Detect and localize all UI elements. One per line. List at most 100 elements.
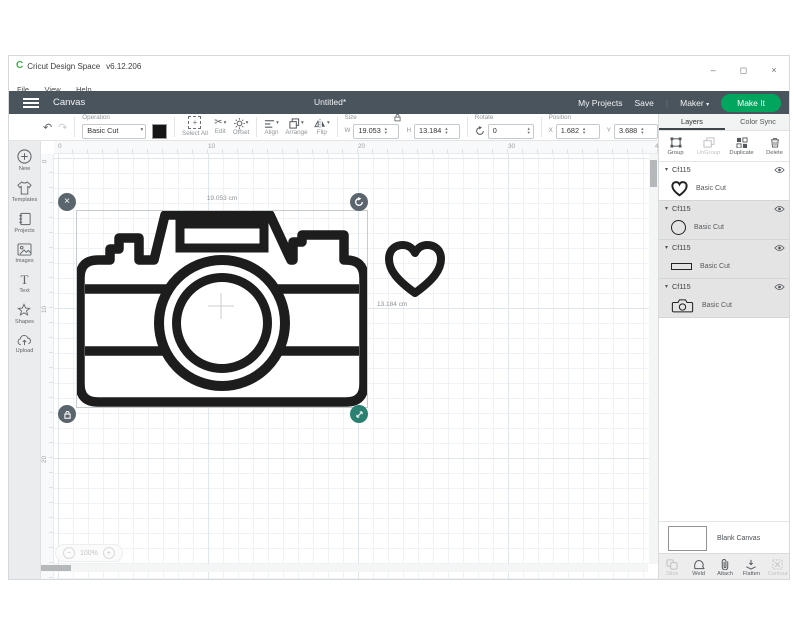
blank-canvas-row[interactable]: Blank Canvas xyxy=(659,521,790,554)
rotate-selection-handle[interactable] xyxy=(350,193,368,211)
flatten-button[interactable]: Flatten xyxy=(738,554,764,580)
layer-group-header[interactable]: ▾ Cf115 xyxy=(659,279,790,294)
height-input[interactable]: 13.184 ▲▼ xyxy=(414,124,460,139)
lock-selection-handle[interactable] xyxy=(58,405,76,423)
operation-select[interactable]: Basic Cut▾ xyxy=(82,124,146,139)
layer-group[interactable]: ▾ Cf115 Basic Cut xyxy=(659,162,790,201)
app-title: Cricut Design Space xyxy=(27,62,100,71)
sidebar-item-templates[interactable]: Templates xyxy=(12,181,38,203)
tshirt-icon xyxy=(17,181,32,195)
my-projects-button[interactable]: My Projects xyxy=(578,98,622,108)
delete-button[interactable]: Delete xyxy=(758,131,790,161)
sidebar-item-new[interactable]: New xyxy=(17,149,32,172)
zoom-out-button[interactable]: − xyxy=(63,547,75,559)
layer-group[interactable]: ▾ Cf115 Basic Cut xyxy=(659,240,790,279)
collapse-caret-icon[interactable]: ▾ xyxy=(665,166,668,173)
hamburger-menu-icon[interactable] xyxy=(23,98,39,108)
eye-icon[interactable] xyxy=(774,244,785,252)
maximize-button[interactable]: ◻ xyxy=(731,65,757,76)
make-it-button[interactable]: Make It xyxy=(721,94,781,112)
layer-actions: Group UnGroup Duplicate Delete xyxy=(659,131,790,162)
slice-button[interactable]: Slice xyxy=(659,554,685,580)
width-input[interactable]: 19.053 ▲▼ xyxy=(353,124,399,139)
rotate-icon xyxy=(475,126,485,136)
rotate-input[interactable]: 0 ▲▼ xyxy=(488,124,534,139)
layer-item[interactable]: Basic Cut xyxy=(659,294,790,317)
sidebar-item-shapes[interactable]: Shapes xyxy=(15,303,34,325)
layer-item[interactable]: Basic Cut xyxy=(659,255,790,278)
width-stepper[interactable]: ▲▼ xyxy=(384,127,388,136)
position-x-input[interactable]: 1.682 ▲▼ xyxy=(556,124,600,139)
layer-group-header[interactable]: ▾ Cf115 xyxy=(659,240,790,255)
undo-button[interactable]: ↶ xyxy=(43,121,52,134)
duplicate-icon xyxy=(736,137,748,148)
eye-icon[interactable] xyxy=(774,283,785,291)
group-icon xyxy=(670,137,682,148)
flip-button[interactable]: ▾ Flip xyxy=(314,118,330,136)
tab-color-sync[interactable]: Color Sync xyxy=(725,114,790,130)
collapse-caret-icon[interactable]: ▾ xyxy=(665,283,668,290)
color-swatch[interactable] xyxy=(152,124,167,139)
ruler-mark: 10 xyxy=(41,306,48,313)
ungroup-button[interactable]: UnGroup xyxy=(692,131,725,161)
resize-selection-handle[interactable] xyxy=(350,405,368,423)
contour-button[interactable]: Contour xyxy=(765,554,790,580)
redo-button[interactable]: ↷ xyxy=(58,121,67,134)
minimize-button[interactable]: – xyxy=(700,65,726,75)
zoom-in-button[interactable]: + xyxy=(103,547,115,559)
ruler-mark: 30 xyxy=(508,143,515,150)
horizontal-scrollbar[interactable] xyxy=(41,564,648,572)
collapse-caret-icon[interactable]: ▾ xyxy=(665,205,668,212)
sidebar-item-images[interactable]: Images xyxy=(15,243,33,264)
design-canvas[interactable]: 0 10 20 30 40 0 10 20 19.053 cm 13.184 c… xyxy=(41,141,658,580)
heart-shape[interactable] xyxy=(384,241,446,299)
machine-select[interactable]: Maker ▾ xyxy=(680,98,709,108)
collapse-caret-icon[interactable]: ▾ xyxy=(665,244,668,251)
layer-item[interactable]: Basic Cut xyxy=(659,177,790,200)
close-button[interactable]: × xyxy=(761,65,787,75)
horizontal-scrollbar-thumb[interactable] xyxy=(41,565,71,571)
vertical-scrollbar[interactable] xyxy=(649,154,658,564)
chevron-down-icon: ▾ xyxy=(327,121,330,127)
duplicate-button[interactable]: Duplicate xyxy=(725,131,758,161)
eye-icon[interactable] xyxy=(774,166,785,174)
sidebar-item-projects[interactable]: Projects xyxy=(14,212,34,234)
select-all-button[interactable]: + Select All xyxy=(182,116,208,137)
height-stepper[interactable]: ▲▼ xyxy=(444,127,448,136)
operation-label: Operation xyxy=(82,115,110,121)
attach-button[interactable]: Attach xyxy=(712,554,738,580)
layer-group[interactable]: ▾ Cf115 Basic Cut xyxy=(659,201,790,240)
lock-icon xyxy=(63,410,72,419)
selection-width-label: 19.053 cm xyxy=(77,195,367,202)
position-x-stepper[interactable]: ▲▼ xyxy=(582,127,586,136)
align-icon xyxy=(264,118,275,129)
cloud-upload-icon xyxy=(17,334,32,346)
group-button[interactable]: Group xyxy=(659,131,692,161)
rotate-stepper[interactable]: ▲▼ xyxy=(527,127,531,136)
title-bar: C Cricut Design Space v6.12.206 – ◻ × xyxy=(9,56,789,78)
position-y-stepper[interactable]: ▲▼ xyxy=(640,127,644,136)
tab-layers[interactable]: Layers xyxy=(659,114,725,130)
text-t-icon: T xyxy=(21,273,29,286)
sidebar-item-text[interactable]: T Text xyxy=(19,273,29,294)
offset-button[interactable]: ▾ Offset xyxy=(233,118,250,136)
layer-group[interactable]: ▾ Cf115 Basic Cut xyxy=(659,279,790,318)
sidebar-item-upload[interactable]: Upload xyxy=(16,334,34,354)
remove-selection-handle[interactable]: × xyxy=(58,193,76,211)
edit-button[interactable]: ✂▾ Edit xyxy=(214,118,226,135)
vertical-scrollbar-thumb[interactable] xyxy=(650,160,657,187)
position-y-input[interactable]: 3.688 ▲▼ xyxy=(614,124,658,139)
arrange-button[interactable]: ▾ Arrange xyxy=(285,118,307,136)
blank-canvas-swatch[interactable] xyxy=(668,526,707,551)
selection-bounding-box[interactable]: 19.053 cm 13.184 cm × xyxy=(76,210,368,408)
heart-thumbnail-icon xyxy=(671,181,688,197)
lock-icon[interactable] xyxy=(393,113,402,122)
align-button[interactable]: ▾ Align xyxy=(264,118,279,136)
save-button[interactable]: Save xyxy=(635,98,654,108)
weld-button[interactable]: Weld xyxy=(685,554,711,580)
layer-group-header[interactable]: ▾ Cf115 xyxy=(659,201,790,216)
eye-icon[interactable] xyxy=(774,205,785,213)
document-title[interactable]: Untitled* xyxy=(314,97,346,107)
layer-group-header[interactable]: ▾ Cf115 xyxy=(659,162,790,177)
layer-item[interactable]: Basic Cut xyxy=(659,216,790,239)
